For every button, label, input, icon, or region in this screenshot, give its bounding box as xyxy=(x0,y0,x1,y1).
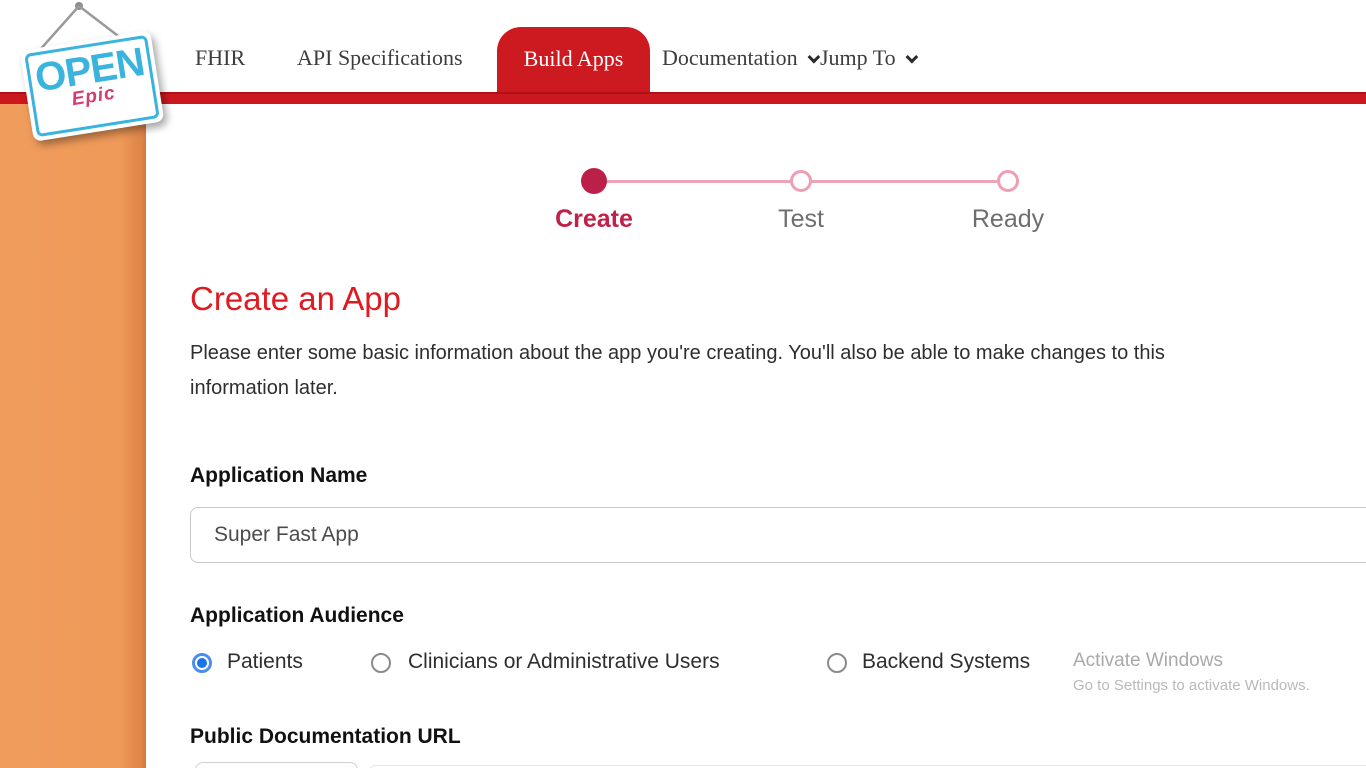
nav-item-jump-to[interactable]: Jump To xyxy=(820,45,915,71)
activate-windows-watermark: Activate Windows xyxy=(1073,650,1223,672)
stepper-label-ready: Ready xyxy=(972,205,1044,234)
open-epic-logo[interactable]: OPEN Epic xyxy=(4,0,184,150)
stepper-dot-test xyxy=(790,170,812,192)
nav-tab-build-apps[interactable]: Build Apps xyxy=(497,27,650,92)
stepper-dot-ready xyxy=(997,170,1019,192)
activate-windows-watermark-subtext: Go to Settings to activate Windows. xyxy=(1073,677,1310,694)
left-orange-strip xyxy=(0,104,146,768)
public-documentation-url-label: Public Documentation URL xyxy=(190,725,461,749)
stepper-label-test: Test xyxy=(778,205,824,234)
nav-item-fhir[interactable]: FHIR xyxy=(195,45,245,71)
brand-red-bar xyxy=(0,92,1366,104)
nav-item-api-specifications[interactable]: API Specifications xyxy=(297,45,463,71)
stepper-line-test-ready xyxy=(801,180,1008,183)
application-audience-label: Application Audience xyxy=(190,604,404,628)
stepper-label-create: Create xyxy=(555,205,633,234)
chevron-down-icon xyxy=(905,51,918,64)
chevron-down-icon xyxy=(807,51,820,64)
intro-text-line1: Please enter some basic information abou… xyxy=(190,342,1165,365)
application-name-label: Application Name xyxy=(190,464,367,488)
nav-item-documentation[interactable]: Documentation xyxy=(662,45,817,71)
radio-clinicians[interactable] xyxy=(371,653,391,673)
nav-item-documentation-label: Documentation xyxy=(662,45,798,70)
intro-text-line2: information later. xyxy=(190,377,338,400)
radio-backend-systems[interactable] xyxy=(827,653,847,673)
radio-patients[interactable] xyxy=(192,653,212,673)
nav-item-jump-to-label: Jump To xyxy=(820,45,896,70)
page-title: Create an App xyxy=(190,280,401,318)
radio-label-patients[interactable]: Patients xyxy=(227,650,303,674)
radio-label-backend-systems[interactable]: Backend Systems xyxy=(862,650,1030,674)
radio-label-clinicians[interactable]: Clinicians or Administrative Users xyxy=(408,650,720,674)
public-documentation-url-protocol-box[interactable] xyxy=(195,762,358,768)
stepper-dot-create xyxy=(581,168,607,194)
stepper-line-create-test xyxy=(594,180,801,183)
open-sign: OPEN Epic xyxy=(20,30,165,142)
application-name-input[interactable] xyxy=(190,507,1366,563)
main-navigation: FHIR API Specifications Build Apps Docum… xyxy=(0,0,1366,92)
build-apps-page: FHIR API Specifications Build Apps Docum… xyxy=(0,0,1366,768)
